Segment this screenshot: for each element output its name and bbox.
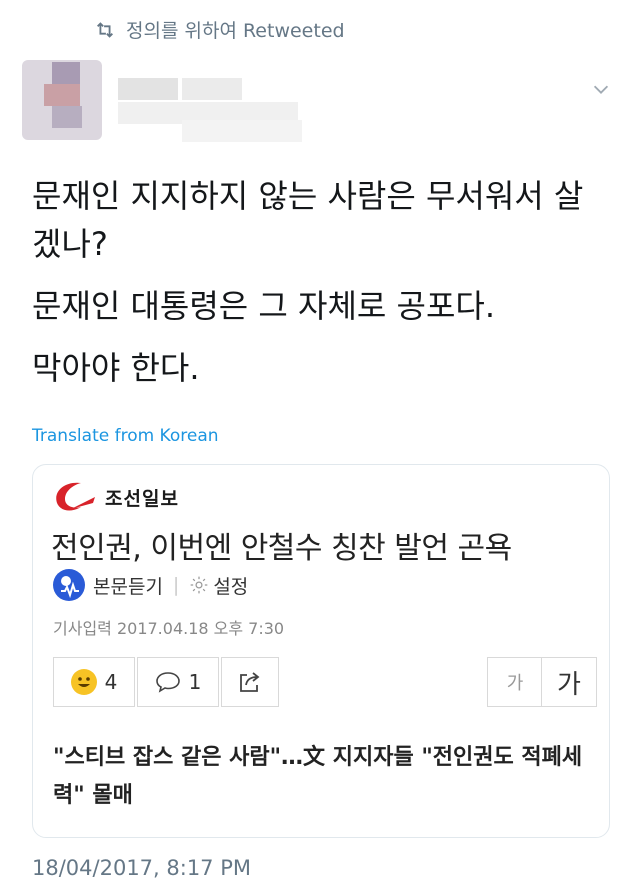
comment-icon [155, 672, 180, 693]
font-increase-button[interactable]: 가 [541, 657, 597, 707]
article-headline[interactable]: 전인권, 이번엔 안철수 칭찬 발언 곤욕 [51, 523, 512, 567]
chosun-logo-icon [56, 482, 95, 511]
translate-link[interactable]: Translate from Korean [32, 426, 219, 446]
tweet-line: 문재인 대통령은 그 자체로 공포다. [32, 287, 496, 325]
share-button[interactable] [221, 657, 279, 707]
tweet-line: 막아야 한다. [32, 349, 200, 387]
tweet-text: 문재인 지지하지 않는 사람은 무서워서 살겠나? 문재인 대통령은 그 자체로… [32, 172, 612, 406]
settings-label: 설정 [213, 575, 249, 598]
reaction-button[interactable]: 4 [53, 657, 135, 707]
listen-icon[interactable] [53, 569, 85, 601]
action-bar: 4 1 가 가 [53, 657, 597, 709]
chevron-down-icon[interactable] [590, 78, 612, 100]
article-dateline: 기사입력 2017.04.18 오후 7:30 [53, 619, 285, 638]
blurred-user-info[interactable] [22, 60, 302, 146]
comment-button[interactable]: 1 [137, 657, 219, 707]
smile-emoji-icon [70, 669, 97, 695]
retweet-indicator: 정의를 위하여 Retweeted [94, 16, 345, 43]
listen-label[interactable]: 본문듣기 [93, 572, 163, 599]
article-subheadline[interactable]: "스티브 잡스 같은 사람"…文 지지자들 "전인권도 적폐세력" 몰매 [53, 739, 593, 815]
reaction-count: 4 [104, 670, 118, 694]
gear-icon [190, 576, 208, 594]
brand-logo: 조선일보 [51, 479, 179, 515]
tweet-line: 문재인 지지하지 않는 사람은 무서워서 살겠나? [32, 177, 584, 263]
font-decrease-button[interactable]: 가 [487, 657, 543, 707]
brand-name: 조선일보 [105, 487, 179, 510]
retweet-label: 정의를 위하여 Retweeted [126, 20, 345, 42]
share-icon [240, 672, 260, 692]
retweet-icon [97, 21, 113, 38]
settings-button[interactable]: 설정 [189, 572, 248, 599]
listen-row: 본문듣기 | 설정 [53, 569, 248, 601]
article-card[interactable]: 조선일보 전인권, 이번엔 안철수 칭찬 발언 곤욕 본문듣기 | 설정 기사입… [32, 464, 610, 838]
tweet-timestamp: 18/04/2017, 8:17 PM [32, 856, 252, 880]
divider: | [172, 574, 180, 596]
comment-count: 1 [188, 670, 202, 694]
